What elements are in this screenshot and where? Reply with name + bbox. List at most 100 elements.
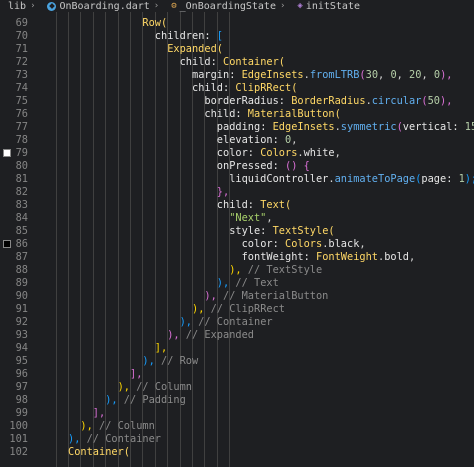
code-text: Expanded( — [167, 43, 223, 56]
code-text: ), // Padding — [105, 394, 186, 407]
code-line[interactable]: 71 Expanded( — [0, 43, 474, 56]
code-token: Row( — [142, 17, 168, 29]
line-number: 84 — [15, 212, 28, 224]
code-text: }, — [217, 186, 229, 199]
code-token: padding: — [216, 121, 273, 133]
code-line[interactable]: 81 liquidController.animateToPage(page: 1… — [0, 173, 474, 186]
code-text: child: Text( — [217, 199, 291, 212]
code-token: elevation: — [216, 134, 285, 146]
code-line[interactable]: 77 padding: EdgeInsets.symmetric(vertical… — [0, 121, 474, 134]
breadcrumb-folder[interactable]: lib — [8, 1, 26, 12]
code-line[interactable]: 72 child: Container( — [0, 56, 474, 69]
code-token: page: — [421, 173, 459, 185]
code-line[interactable]: 98), // Padding — [0, 394, 474, 407]
breadcrumb: lib › OnBoarding.dart › ⚙ _OnBoardingStat… — [0, 0, 474, 12]
code-line[interactable]: 69 Row( — [0, 17, 474, 30]
code-text: fontWeight: FontWeight.bold, — [242, 251, 416, 264]
code-text: onPressed: () { — [217, 160, 310, 173]
code-text: ), // TextStyle — [229, 264, 322, 277]
code-token: EdgeInsets — [272, 121, 335, 133]
line-number: 81 — [15, 173, 28, 185]
code-line[interactable]: 97), // Column — [0, 381, 474, 394]
code-line[interactable]: 100), // Column — [0, 420, 474, 433]
code-token: 20 — [409, 69, 422, 81]
code-line[interactable]: 87 fontWeight: FontWeight.bold, — [0, 251, 474, 264]
code-line[interactable]: 92), // Container — [0, 316, 474, 329]
code-token: , — [396, 69, 410, 81]
line-number: 90 — [15, 290, 28, 302]
code-line[interactable]: 99], — [0, 407, 474, 420]
code-line[interactable]: 102 Container( — [0, 446, 474, 459]
chevron-right-icon: › — [279, 1, 286, 11]
code-text: child: ClipRRect( — [192, 82, 297, 95]
code-token: ), — [216, 277, 230, 289]
code-token: Expanded( — [167, 43, 223, 55]
code-token: // Row — [154, 355, 199, 367]
code-token: ), — [167, 329, 180, 341]
code-line[interactable]: 94], — [0, 342, 474, 355]
code-line[interactable]: 90), // MaterialButton — [0, 290, 474, 303]
code-token: fontWeight: — [241, 251, 316, 263]
code-editor[interactable]: 69 Row(70 children: [71 Expanded(72 child: C… — [0, 12, 474, 467]
line-number: 74 — [15, 82, 28, 94]
code-token: MaterialButton( — [247, 108, 341, 120]
code-token: black — [328, 238, 360, 250]
code-token: , — [378, 69, 391, 81]
line-number: 71 — [15, 43, 28, 55]
code-text: ], — [155, 342, 167, 355]
code-text: elevation: 0, — [217, 134, 298, 147]
code-line[interactable]: 88), // TextStyle — [0, 264, 474, 277]
code-line[interactable]: 101), // Container — [0, 433, 474, 446]
code-line[interactable]: 86 color: Colors.black, — [0, 238, 474, 251]
line-number: 97 — [15, 381, 28, 393]
code-line[interactable]: 78 elevation: 0, — [0, 134, 474, 147]
code-line[interactable]: 80 onPressed: () { — [0, 160, 474, 173]
line-number: 92 — [15, 316, 28, 328]
code-token: vertical: — [402, 121, 465, 133]
code-token: // Container — [80, 433, 161, 445]
code-text: ), // Text — [217, 277, 279, 290]
code-token: 30 — [365, 69, 379, 81]
line-number: 73 — [15, 69, 28, 81]
line-number: 102 — [9, 446, 28, 458]
line-number: 99 — [15, 407, 28, 419]
code-token: borderRadius: — [204, 95, 292, 107]
code-token: { — [303, 160, 310, 172]
code-token: ), — [440, 95, 453, 107]
code-line[interactable]: 84 "Next", — [0, 212, 474, 225]
line-number: 77 — [15, 121, 28, 133]
code-line[interactable]: 74 child: ClipRRect( — [0, 82, 474, 95]
code-text: margin: EdgeInsets.fromLTRB(30, 0, 20, 0… — [192, 69, 452, 82]
code-token: ), — [204, 290, 217, 302]
breadcrumb-class[interactable]: ⚙ _OnBoardingState — [171, 1, 276, 12]
code-token: , — [421, 69, 434, 81]
code-line[interactable]: 79 color: Colors.white, — [0, 147, 474, 160]
code-line[interactable]: 93), // Expanded — [0, 329, 474, 342]
code-token: // ClipRRect — [204, 303, 285, 315]
code-token: // TextStyle — [241, 264, 323, 276]
code-token: child: — [204, 108, 248, 120]
breadcrumb-method[interactable]: ◈ initState — [297, 1, 360, 12]
code-token: ), — [192, 303, 205, 315]
code-token: FontWeight — [316, 251, 378, 263]
code-line[interactable]: 85 style: TextStyle( — [0, 225, 474, 238]
code-line[interactable]: 83 child: Text( — [0, 199, 474, 212]
code-token: child: — [192, 82, 236, 94]
code-text: borderRadius: BorderRadius.circular(50), — [204, 95, 452, 108]
code-token: ), — [440, 69, 453, 81]
code-token: margin: — [192, 69, 242, 81]
chevron-right-icon: › — [30, 1, 36, 11]
code-line[interactable]: 73 margin: EdgeInsets.fromLTRB(30, 0, 20,… — [0, 69, 474, 82]
code-line[interactable]: 76 child: MaterialButton( — [0, 108, 474, 121]
code-line[interactable]: 89), // Text — [0, 277, 474, 290]
code-line[interactable]: 75 borderRadius: BorderRadius.circular(50… — [0, 95, 474, 108]
code-line[interactable]: 70 children: [ — [0, 30, 474, 43]
code-line[interactable]: 96], — [0, 368, 474, 381]
code-line[interactable]: 95), // Row — [0, 355, 474, 368]
code-token: white — [303, 147, 335, 159]
line-number: 101 — [9, 433, 28, 445]
breadcrumb-file[interactable]: OnBoarding.dart — [47, 1, 150, 12]
code-text: "Next", — [229, 212, 272, 225]
code-line[interactable]: 82}, — [0, 186, 474, 199]
code-line[interactable]: 91), // ClipRRect — [0, 303, 474, 316]
